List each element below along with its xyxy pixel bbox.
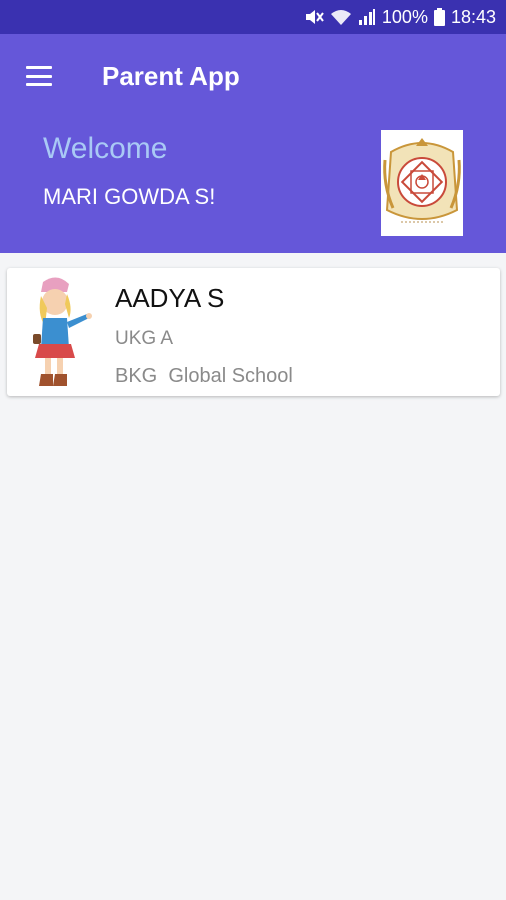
clock: 18:43 <box>450 6 496 27</box>
app-title: Parent App <box>102 60 240 91</box>
status-bar: 100% 18:43 <box>0 0 506 34</box>
hamburger-menu-icon[interactable] <box>0 34 80 118</box>
student-name: AADYA S <box>115 283 225 313</box>
user-name: MARI GOWDA S! <box>43 184 216 209</box>
app-bar: Parent App <box>0 34 506 118</box>
student-card[interactable]: AADYA S UKG A BKG Global School <box>7 268 500 396</box>
mute-icon <box>304 8 324 26</box>
battery-percent: 100% <box>381 6 428 27</box>
school-name: BKG Global School <box>115 365 293 387</box>
signal-icon <box>358 8 376 26</box>
welcome-text: Welcome <box>43 132 168 165</box>
school-logo <box>381 130 463 236</box>
student-avatar <box>23 274 97 392</box>
battery-icon <box>433 8 445 26</box>
welcome-header: Welcome MARI GOWDA S! <box>0 118 506 253</box>
student-class: UKG A <box>115 328 174 349</box>
wifi-icon <box>330 8 352 26</box>
